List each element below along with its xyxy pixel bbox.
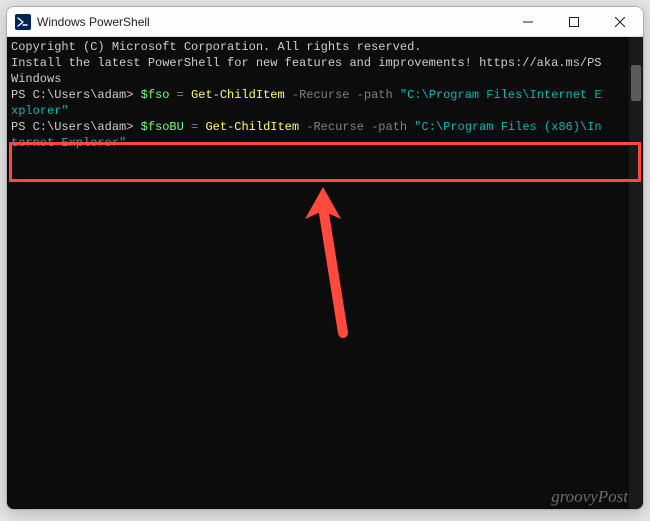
window-title: Windows PowerShell (37, 15, 150, 29)
scrollbar[interactable] (629, 37, 643, 509)
command-line-1-wrap: xplorer" (11, 103, 629, 119)
command-line-1: PS C:\Users\adam> $fso = Get-ChildItem -… (11, 87, 629, 103)
terminal-output[interactable]: Copyright (C) Microsoft Corporation. All… (7, 37, 629, 509)
output-line: Copyright (C) Microsoft Corporation. All… (11, 39, 629, 55)
watermark: groovyPost (551, 487, 628, 507)
terminal-area: Copyright (C) Microsoft Corporation. All… (7, 37, 643, 509)
maximize-button[interactable] (551, 7, 597, 36)
command-line-2-wrap: ternet Explorer" (11, 135, 629, 151)
maximize-icon (569, 17, 579, 27)
titlebar[interactable]: Windows PowerShell (7, 7, 643, 37)
powershell-icon (15, 14, 31, 30)
scroll-thumb[interactable] (631, 65, 641, 101)
close-icon (615, 17, 625, 27)
window-controls (505, 7, 643, 36)
close-button[interactable] (597, 7, 643, 36)
powershell-window: Windows PowerShell Copyright (C) Microso… (6, 6, 644, 510)
output-line: Install the latest PowerShell for new fe… (11, 55, 629, 71)
minimize-icon (523, 17, 533, 27)
minimize-button[interactable] (505, 7, 551, 36)
command-line-2: PS C:\Users\adam> $fsoBU = Get-ChildItem… (11, 119, 629, 135)
output-line: Windows (11, 71, 629, 87)
